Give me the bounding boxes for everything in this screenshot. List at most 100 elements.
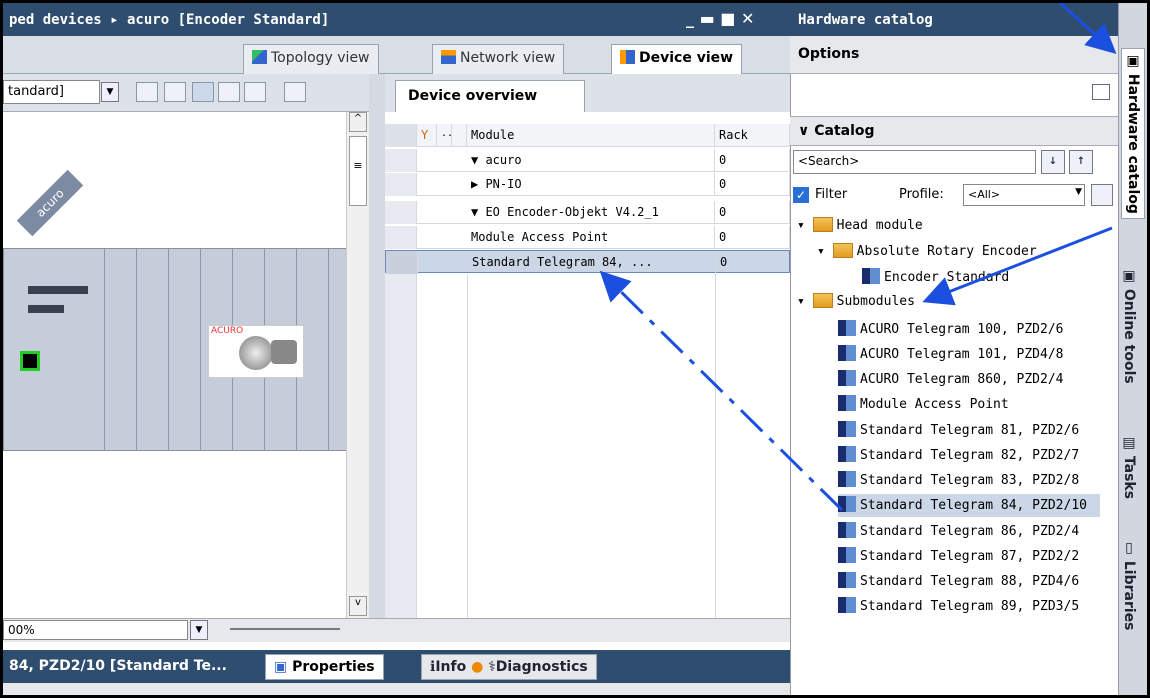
table-row[interactable]: Module Access Point 0 bbox=[385, 226, 790, 249]
catalog-icon: ▣ bbox=[1125, 53, 1141, 74]
device-icon bbox=[620, 50, 635, 64]
tree-item-selected[interactable]: Standard Telegram 84, PZD2/10 bbox=[838, 494, 1100, 517]
module-icon bbox=[838, 320, 856, 336]
slot-divider bbox=[104, 249, 105, 450]
module-icon bbox=[838, 370, 856, 386]
topology-icon bbox=[252, 50, 267, 64]
tree-item[interactable]: Standard Telegram 81, PZD2/6 bbox=[838, 419, 1079, 442]
slot-divider bbox=[136, 249, 137, 450]
online-icon: ▣ bbox=[1121, 268, 1137, 289]
tree-item[interactable]: ACURO Telegram 100, PZD2/6 bbox=[838, 318, 1064, 341]
table-row-selected[interactable]: Standard Telegram 84, ... 0 bbox=[385, 250, 791, 274]
module-icon bbox=[838, 496, 856, 512]
module-icon bbox=[838, 597, 856, 613]
encoder-device-image[interactable]: ACURO bbox=[208, 325, 304, 378]
options-section[interactable]: Options bbox=[790, 36, 1118, 74]
filter-checkbox[interactable]: ✓ bbox=[793, 187, 809, 203]
properties-bar: 84, PZD2/10 [Standard Te... ▣ Properties… bbox=[3, 650, 790, 683]
tab-info[interactable]: ℹInfo ● ⚕Diagnostics bbox=[421, 654, 597, 680]
header-icon: Y bbox=[417, 124, 437, 147]
table-row[interactable]: ▼ acuro 0 bbox=[385, 149, 790, 172]
profile-settings-icon[interactable] bbox=[1091, 184, 1113, 206]
network-icon bbox=[441, 50, 456, 64]
tree-item[interactable]: Standard Telegram 83, PZD2/8 bbox=[838, 469, 1079, 492]
catalog-section-header[interactable]: ∨ Catalog bbox=[790, 116, 1118, 146]
table-header: Y ... Module Rack bbox=[385, 124, 790, 147]
zoom-slider[interactable] bbox=[230, 628, 340, 630]
tree-head-module[interactable]: ▾ Head module bbox=[797, 214, 923, 237]
module-icon bbox=[838, 395, 856, 411]
tab-properties[interactable]: ▣ Properties bbox=[265, 654, 384, 680]
table-row[interactable]: ▼ EO Encoder-Objekt V4.2_1 0 bbox=[385, 201, 790, 224]
port-icon[interactable] bbox=[20, 351, 40, 371]
tab-online-tools[interactable]: ▣ Online tools bbox=[1121, 268, 1137, 384]
catalog-layout-icon[interactable] bbox=[1092, 84, 1110, 100]
tree-item[interactable]: Standard Telegram 86, PZD2/4 bbox=[838, 520, 1079, 543]
folder-icon bbox=[812, 217, 833, 232]
filter-row: ✓ Filter Profile: <All> ▼ bbox=[793, 184, 1113, 208]
tab-hardware-catalog[interactable]: ▣ Hardware catalog bbox=[1121, 48, 1145, 219]
tree-item[interactable]: Standard Telegram 87, PZD2/2 bbox=[838, 545, 1079, 568]
tasks-icon: ▤ bbox=[1121, 435, 1137, 456]
zoom-select[interactable]: 00% bbox=[3, 620, 188, 640]
row-gutter bbox=[385, 274, 417, 618]
toolbar-name-icon[interactable] bbox=[164, 82, 186, 102]
warning-icon: ● bbox=[471, 659, 484, 675]
module-icon bbox=[862, 268, 880, 284]
properties-icon: ▣ bbox=[274, 659, 293, 675]
module-icon bbox=[838, 421, 856, 437]
slot-divider bbox=[168, 249, 169, 450]
module-icon bbox=[838, 471, 856, 487]
window-title: ped devices ▸ acuro [Encoder Standard] bbox=[3, 3, 790, 36]
catalog-search-input[interactable]: <Search> bbox=[793, 150, 1036, 174]
tree-item[interactable]: ACURO Telegram 860, PZD2/4 bbox=[838, 368, 1064, 391]
tab-topology-view[interactable]: Topology view bbox=[243, 44, 379, 74]
search-up-icon[interactable]: ↑ bbox=[1069, 150, 1093, 174]
table-row[interactable]: ▶ PN-IO 0 bbox=[385, 173, 790, 196]
zoom-dropdown-icon[interactable]: ▼ bbox=[190, 620, 208, 640]
slot-divider bbox=[328, 249, 329, 450]
properties-subtabs[interactable] bbox=[3, 683, 790, 698]
folder-icon bbox=[832, 243, 853, 258]
libraries-icon: ▯ bbox=[1121, 540, 1137, 561]
module-bar bbox=[28, 305, 64, 313]
tab-device-overview[interactable]: Device overview bbox=[395, 80, 585, 112]
tab-tasks[interactable]: ▤ Tasks bbox=[1121, 435, 1137, 499]
tab-network-view[interactable]: Network view bbox=[432, 44, 565, 74]
tab-device-view[interactable]: Device view bbox=[611, 44, 743, 74]
header-rack[interactable]: Rack bbox=[715, 124, 790, 147]
module-icon bbox=[838, 547, 856, 563]
toolbar-btn-1-icon[interactable] bbox=[136, 82, 158, 102]
header-module[interactable]: Module bbox=[467, 124, 715, 147]
folder-icon bbox=[812, 293, 833, 308]
slot-divider bbox=[200, 249, 201, 450]
module-icon bbox=[838, 345, 856, 361]
device-select-dropdown-icon[interactable]: ▼ bbox=[101, 82, 119, 102]
profile-select[interactable]: <All> ▼ bbox=[963, 184, 1085, 206]
module-bar bbox=[28, 286, 88, 294]
tree-submodules[interactable]: ▾ Submodules bbox=[797, 290, 915, 313]
chevron-down-icon: ∨ bbox=[798, 123, 815, 139]
diagnostics-icon: ⚕ bbox=[488, 659, 496, 675]
tree-item[interactable]: Standard Telegram 88, PZD4/6 bbox=[838, 570, 1079, 593]
module-icon bbox=[838, 522, 856, 538]
catalog-title: Hardware catalog bbox=[790, 3, 1118, 36]
tree-absolute-rotary[interactable]: ▾ Absolute Rotary Encoder bbox=[817, 240, 1037, 263]
tree-encoder-standard[interactable]: Encoder Standard bbox=[862, 266, 1009, 289]
toolbar-btn-5-icon[interactable] bbox=[244, 82, 266, 102]
tree-item[interactable]: Standard Telegram 89, PZD3/5 bbox=[838, 595, 1079, 618]
device-select[interactable]: tandard] bbox=[3, 80, 100, 104]
canvas-vertical-scrollbar[interactable]: ^ ≡ v bbox=[346, 112, 369, 618]
tab-libraries[interactable]: ▯ Libraries bbox=[1121, 540, 1137, 631]
toolbar-btn-4-icon[interactable] bbox=[218, 82, 240, 102]
panel-splitter[interactable] bbox=[369, 74, 385, 618]
module-icon bbox=[838, 446, 856, 462]
tree-item[interactable]: Standard Telegram 82, PZD2/7 bbox=[838, 444, 1079, 467]
tree-item[interactable]: ACURO Telegram 101, PZD4/8 bbox=[838, 343, 1064, 366]
toolbar-btn-3-icon[interactable] bbox=[192, 82, 214, 102]
toolbar-btn-6-icon[interactable] bbox=[284, 82, 306, 102]
search-down-icon[interactable]: ↓ bbox=[1041, 150, 1065, 174]
tree-item[interactable]: Module Access Point bbox=[838, 393, 1009, 416]
module-icon bbox=[838, 572, 856, 588]
rack[interactable] bbox=[3, 248, 369, 451]
